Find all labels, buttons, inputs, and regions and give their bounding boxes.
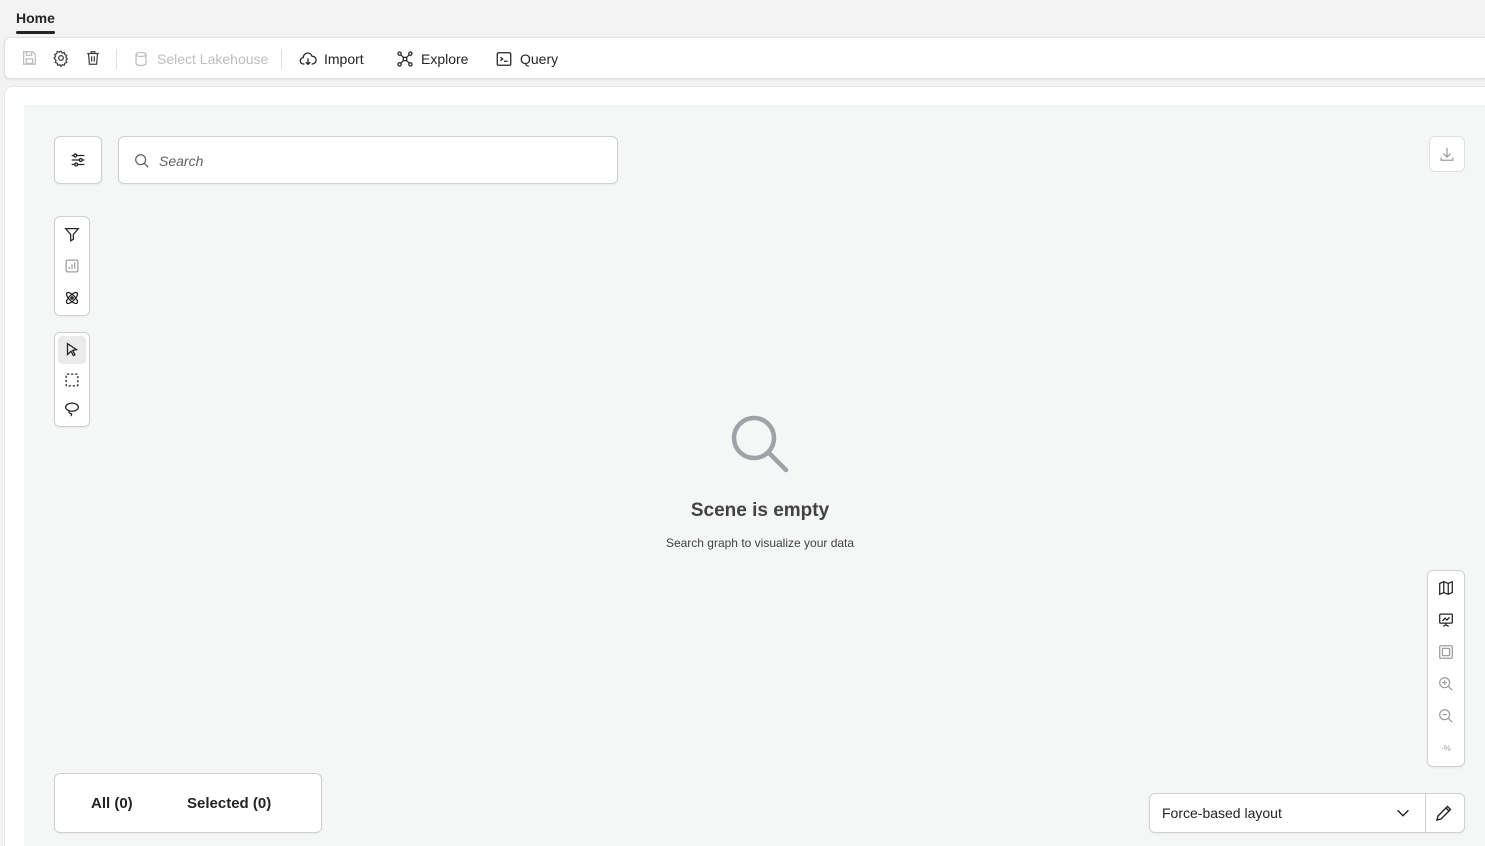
tab-all-count[interactable]: All (0) [91,795,133,812]
sliders-icon [71,153,85,167]
pointer-tool-button[interactable] [58,336,86,364]
database-icon [135,51,147,67]
zoom-out-button[interactable] [1432,702,1460,730]
presentation-icon [1439,613,1453,627]
node-count-tabs: All (0) Selected (0) [54,773,322,833]
view-controls-group: -% [1427,570,1465,767]
fit-to-screen-button[interactable] [1432,638,1460,666]
tab-active-indicator [16,31,55,34]
gear-icon[interactable] [51,48,71,68]
atom-icon [65,291,79,305]
cloud-download-icon [299,52,317,66]
empty-state-subtitle: Search graph to visualize your data [665,536,855,550]
download-icon [1440,147,1454,161]
chevron-down-icon [1397,809,1409,817]
explore-label: Explore [421,51,469,67]
graph-nodes-icon [397,51,413,67]
tab-selected-count[interactable]: Selected (0) [187,795,271,812]
toolbar: Select Lakehouse Import Explore Query [4,37,1485,79]
zoom-out-icon [1439,709,1453,723]
zoom-in-button[interactable] [1432,670,1460,698]
explore-button[interactable]: Explore [396,47,468,71]
layout-dropdown[interactable]: Force-based layout [1149,793,1465,833]
search-icon [135,154,149,168]
lasso-icon [65,402,79,417]
tab-home[interactable]: Home [16,10,55,26]
fit-screen-icon [1439,645,1453,659]
graph-algorithms-button[interactable] [58,284,86,312]
toolbar-divider [281,49,282,69]
funnel-icon [64,227,80,242]
dashed-square-icon [65,373,79,387]
selection-tools-group [54,332,90,427]
filter-settings-button[interactable] [54,136,102,184]
filter-button[interactable] [58,220,86,248]
empty-state-title: Scene is empty [690,500,830,521]
cursor-icon [66,342,79,357]
presentation-button[interactable] [1432,606,1460,634]
zoom-in-icon [1439,677,1453,691]
select-lakehouse-label: Select Lakehouse [157,51,269,67]
box-select-button[interactable] [58,366,86,394]
query-button[interactable]: Query [495,47,558,71]
map-icon [1439,580,1453,596]
save-icon[interactable] [19,48,39,68]
bar-chart-icon [65,259,79,273]
query-label: Query [520,51,559,67]
search-box [118,136,618,184]
layout-dropdown-value: Force-based layout [1162,805,1282,821]
trash-icon[interactable] [83,48,103,68]
zoom-level-label: -% [1441,743,1451,753]
chart-button[interactable] [58,252,86,280]
magnifier-icon [731,415,789,473]
pencil-icon[interactable] [1434,803,1454,823]
select-lakehouse-button[interactable]: Select Lakehouse [132,47,268,71]
minimap-button[interactable] [1432,574,1460,602]
analysis-tools-group [54,216,90,316]
terminal-icon [496,52,512,66]
lasso-select-button[interactable] [58,395,86,423]
import-button[interactable]: Import [299,47,364,71]
layout-divider [1425,794,1426,832]
download-button[interactable] [1429,136,1465,172]
import-label: Import [324,51,364,67]
graph-canvas[interactable] [24,105,1485,846]
tab-bar: Home [0,0,1485,37]
search-input[interactable] [159,147,599,175]
toolbar-divider [116,49,117,69]
